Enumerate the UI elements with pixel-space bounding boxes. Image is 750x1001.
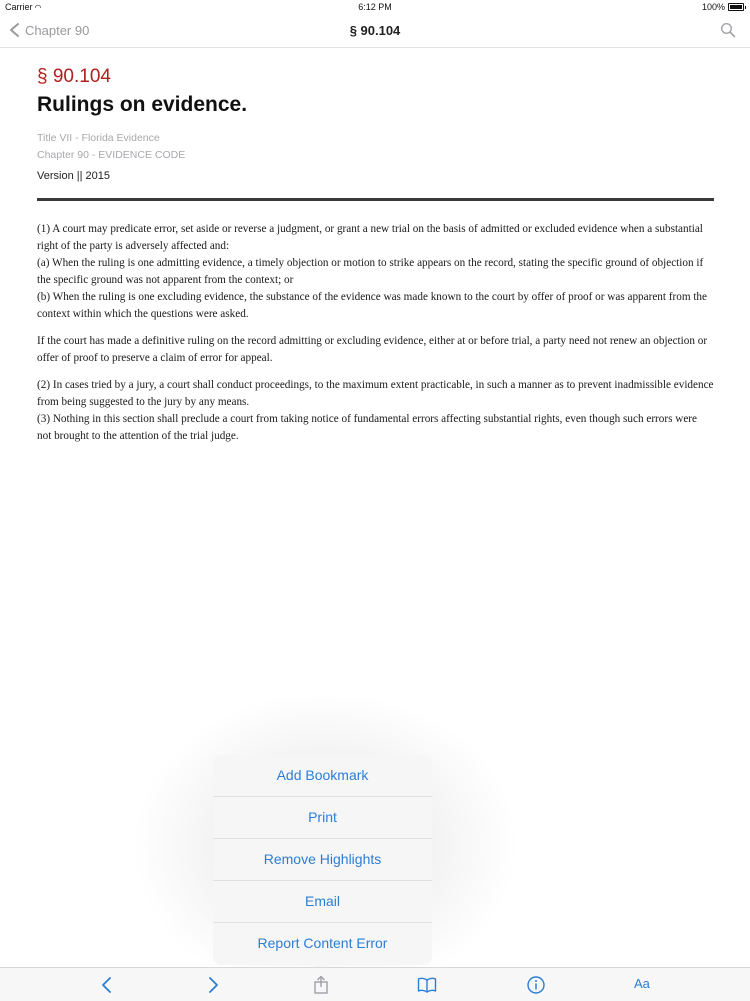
navigation-bar: Chapter 90 § 90.104 xyxy=(0,14,750,48)
book-icon xyxy=(417,977,437,993)
paragraph: If the court has made a definitive rulin… xyxy=(37,335,708,364)
section-divider xyxy=(37,198,714,201)
status-bar: Carrier ◠ 6:12 PM 100% xyxy=(0,0,750,14)
share-icon xyxy=(314,975,328,994)
section-title: Rulings on evidence. xyxy=(37,93,248,116)
nav-title: § 90.104 xyxy=(349,23,401,38)
info-icon xyxy=(527,976,545,994)
battery-percent: 100% xyxy=(701,2,725,12)
bookmarks-button[interactable] xyxy=(417,975,437,995)
print-button[interactable]: Print xyxy=(213,797,432,839)
battery-status: 100% xyxy=(701,2,746,12)
document-content: § 90.104 Rulings on evidence. Title VII … xyxy=(37,58,714,445)
paragraph: (a) When the ruling is one admitting evi… xyxy=(37,257,704,286)
paragraph: (2) In cases tried by a jury, a court sh… xyxy=(37,379,714,408)
paragraph: (3) Nothing in this section shall preclu… xyxy=(37,413,697,442)
share-button[interactable] xyxy=(311,975,331,995)
paragraph: (b) When the ruling is one excluding evi… xyxy=(37,291,707,320)
remove-highlights-button[interactable]: Remove Highlights xyxy=(213,839,432,881)
title-line: Title VII - Florida Evidence xyxy=(37,132,160,144)
paragraph: (1) A court may predicate error, set asi… xyxy=(37,223,703,252)
status-time: 6:12 PM xyxy=(358,2,392,12)
bottom-toolbar: Aa xyxy=(0,967,750,1001)
info-button[interactable] xyxy=(526,975,546,995)
font-size-button[interactable]: Aa xyxy=(634,976,650,991)
previous-button[interactable] xyxy=(97,975,117,995)
chevron-right-icon xyxy=(209,977,218,993)
report-content-error-button[interactable]: Report Content Error xyxy=(213,923,432,964)
chevron-left-icon xyxy=(102,977,111,993)
next-button[interactable] xyxy=(203,975,223,995)
add-bookmark-button[interactable]: Add Bookmark xyxy=(213,755,432,797)
version-line: Version || 2015 xyxy=(37,170,110,182)
chapter-line: Chapter 90 - EVIDENCE CODE xyxy=(37,149,186,161)
statute-text: (1) A court may predicate error, set asi… xyxy=(37,221,714,445)
search-icon[interactable] xyxy=(720,22,736,38)
section-number: § 90.104 xyxy=(37,66,111,87)
email-button[interactable]: Email xyxy=(213,881,432,923)
battery-icon xyxy=(728,3,746,11)
share-menu-popover: Add Bookmark Print Remove Highlights Ema… xyxy=(213,755,432,965)
